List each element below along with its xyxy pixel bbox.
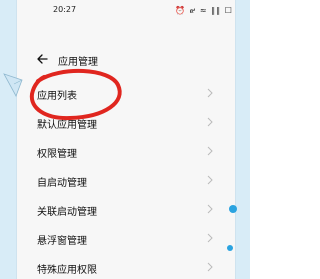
title-bar: 应用管理 xyxy=(17,50,237,70)
menu-item-autostart[interactable]: 自启动管理 xyxy=(17,165,237,194)
chevron-right-icon xyxy=(207,117,213,127)
status-time: 20:27 xyxy=(53,5,77,14)
menu-item-label: 默认应用管理 xyxy=(37,120,97,131)
menu-item-linked-start[interactable]: 关联启动管理 xyxy=(17,194,237,223)
menu-item-default-apps[interactable]: 默认应用管理 xyxy=(17,107,237,136)
chevron-right-icon xyxy=(207,233,213,243)
menu-item-label: 应用列表 xyxy=(37,91,77,102)
menu-item-permissions[interactable]: 权限管理 xyxy=(17,136,237,165)
menu-item-label: 自启动管理 xyxy=(37,178,87,189)
status-bar: 20:27 ⏰ ๙ ≈ ∥∥ ☐ xyxy=(17,0,237,20)
status-icons: ⏰ ๙ ≈ ∥∥ ☐ xyxy=(175,6,233,15)
menu-item-app-list[interactable]: 应用列表 xyxy=(17,78,237,107)
menu-item-special-permissions[interactable]: 特殊应用权限 xyxy=(17,252,237,279)
page-title: 应用管理 xyxy=(58,57,98,68)
menu-list: 应用列表 默认应用管理 权限管理 自启动管理 关联启动管理 悬浮窗管理 特殊应用… xyxy=(17,78,237,279)
back-arrow-icon[interactable] xyxy=(35,52,49,66)
menu-item-label: 悬浮窗管理 xyxy=(37,236,87,247)
chevron-right-icon xyxy=(207,204,213,214)
chevron-right-icon xyxy=(207,146,213,156)
phone-screen: 20:27 ⏰ ๙ ≈ ∥∥ ☐ 应用管理 应用列表 默认应用管理 权限管理 自… xyxy=(16,0,236,279)
chevron-right-icon xyxy=(207,175,213,185)
chevron-right-icon xyxy=(207,262,213,272)
menu-item-label: 特殊应用权限 xyxy=(37,265,97,276)
menu-item-floating-window[interactable]: 悬浮窗管理 xyxy=(17,223,237,252)
chevron-right-icon xyxy=(207,88,213,98)
menu-item-label: 关联启动管理 xyxy=(37,207,97,218)
menu-item-label: 权限管理 xyxy=(37,149,77,160)
